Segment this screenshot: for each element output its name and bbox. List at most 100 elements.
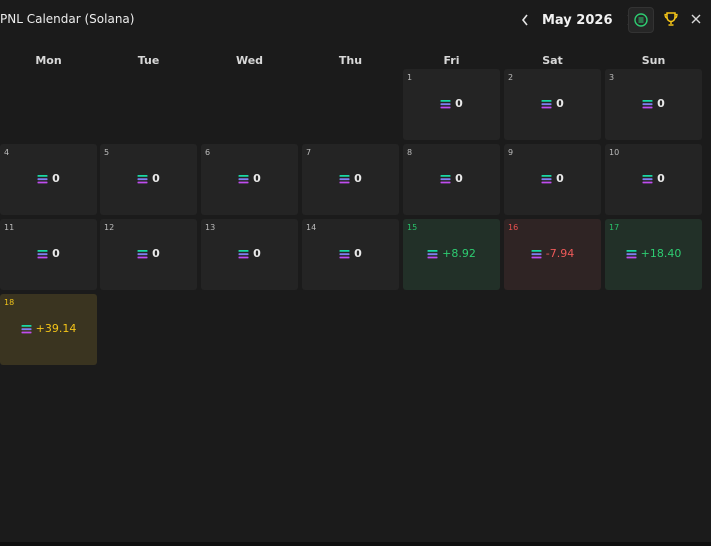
- pnl-value: 0: [100, 247, 197, 260]
- weekday-mon: Mon: [35, 54, 62, 67]
- day-number: 13: [205, 223, 216, 232]
- day-number: 4: [4, 148, 10, 157]
- day-number: 12: [104, 223, 115, 232]
- day-cell-3[interactable]: 30: [605, 69, 702, 140]
- day-number: 15: [407, 223, 418, 232]
- solana-icon: [642, 99, 653, 108]
- pnl-value: 0: [302, 247, 399, 260]
- close-icon: [691, 14, 701, 24]
- pnl-value: 0: [302, 172, 399, 185]
- day-number: 16: [508, 223, 519, 232]
- pnl-value: 0: [403, 172, 500, 185]
- day-number: 17: [609, 223, 620, 232]
- day-cell-1[interactable]: 10: [403, 69, 500, 140]
- pnl-value: 0: [201, 247, 298, 260]
- solana-icon: [642, 174, 653, 183]
- day-number: 11: [4, 223, 15, 232]
- weekday-wed: Wed: [235, 54, 264, 67]
- day-number: 18: [4, 298, 15, 307]
- leaderboard-button[interactable]: [661, 9, 681, 29]
- pnl-amount: 0: [253, 247, 261, 260]
- pnl-amount: 0: [556, 97, 564, 110]
- chevron-left-icon: [521, 14, 528, 26]
- day-cell-7[interactable]: 70: [302, 144, 399, 215]
- close-button[interactable]: [688, 10, 704, 28]
- solana-icon: [427, 249, 438, 258]
- solana-icon: [440, 99, 451, 108]
- pnl-value: 0: [0, 172, 97, 185]
- weekday-thu: Thu: [338, 54, 363, 67]
- day-number: 6: [205, 148, 211, 157]
- header: PNL Calendar (Solana) May 2026: [0, 0, 711, 40]
- pnl-amount: +39.14: [35, 322, 77, 335]
- solana-icon: [531, 249, 542, 258]
- pnl-value: 0: [605, 172, 702, 185]
- weekday-tue: Tue: [137, 54, 160, 67]
- pnl-amount: 0: [152, 172, 160, 185]
- solana-icon: [440, 174, 451, 183]
- pnl-value: 0: [0, 247, 97, 260]
- solana-filter-button[interactable]: [628, 7, 654, 33]
- solana-icon: [626, 249, 637, 258]
- solana-icon: [541, 99, 552, 108]
- day-cell-15[interactable]: 15 +8.92: [403, 219, 500, 290]
- day-cell-10[interactable]: 10 0: [605, 144, 702, 215]
- day-cell-9[interactable]: 90: [504, 144, 601, 215]
- solana-icon: [21, 324, 32, 333]
- pnl-value: 0: [605, 97, 702, 110]
- day-cell-6[interactable]: 60: [201, 144, 298, 215]
- solana-icon: [339, 249, 350, 258]
- weekday-sat: Sat: [542, 54, 563, 67]
- pnl-amount: 0: [52, 172, 60, 185]
- pnl-value: 0: [504, 172, 601, 185]
- pnl-value: +8.92: [403, 247, 500, 260]
- pnl-value: 0: [100, 172, 197, 185]
- day-cell-8[interactable]: 80: [403, 144, 500, 215]
- weekday-sun: Sun: [641, 54, 666, 67]
- pnl-amount: 0: [657, 172, 665, 185]
- solana-icon: [137, 249, 148, 258]
- bottom-divider: [0, 542, 711, 546]
- day-number: 8: [407, 148, 413, 157]
- solana-icon: [37, 174, 48, 183]
- pnl-amount: 0: [455, 172, 463, 185]
- trophy-icon: [664, 12, 678, 26]
- pnl-amount: 0: [354, 247, 362, 260]
- pnl-value: 0: [403, 97, 500, 110]
- pnl-value: 0: [504, 97, 601, 110]
- day-number: 9: [508, 148, 514, 157]
- day-number: 3: [609, 73, 615, 82]
- day-cell-11[interactable]: 11 0: [0, 219, 97, 290]
- pnl-amount: +8.92: [442, 247, 476, 260]
- day-number: 7: [306, 148, 312, 157]
- solana-icon: [37, 249, 48, 258]
- day-cell-4[interactable]: 40: [0, 144, 97, 215]
- pnl-value: -7.94: [504, 247, 601, 260]
- day-number: 10: [609, 148, 620, 157]
- weekday-fri: Fri: [443, 54, 460, 67]
- pnl-amount: -7.94: [545, 247, 575, 260]
- pnl-amount: 0: [52, 247, 60, 260]
- day-cell-2[interactable]: 20: [504, 69, 601, 140]
- pnl-amount: 0: [354, 172, 362, 185]
- day-number: 1: [407, 73, 413, 82]
- month-label: May 2026: [542, 12, 613, 28]
- month-navigation: May 2026: [516, 9, 639, 31]
- page-title: PNL Calendar (Solana): [0, 12, 135, 26]
- day-number: 14: [306, 223, 317, 232]
- day-cell-12[interactable]: 12 0: [100, 219, 197, 290]
- solana-icon: [238, 174, 249, 183]
- day-cell-14[interactable]: 14 0: [302, 219, 399, 290]
- pnl-amount: 0: [253, 172, 261, 185]
- day-number: 5: [104, 148, 110, 157]
- day-cell-18[interactable]: 18 +39.14: [0, 294, 97, 365]
- day-cell-5[interactable]: 50: [100, 144, 197, 215]
- prev-month-button[interactable]: [516, 9, 534, 31]
- day-cell-13[interactable]: 13 0: [201, 219, 298, 290]
- solana-icon: [339, 174, 350, 183]
- pnl-value: 0: [201, 172, 298, 185]
- day-cell-17[interactable]: 17 +18.40: [605, 219, 702, 290]
- pnl-amount: 0: [152, 247, 160, 260]
- day-cell-16[interactable]: 16 -7.94: [504, 219, 601, 290]
- pnl-amount: +18.40: [640, 247, 682, 260]
